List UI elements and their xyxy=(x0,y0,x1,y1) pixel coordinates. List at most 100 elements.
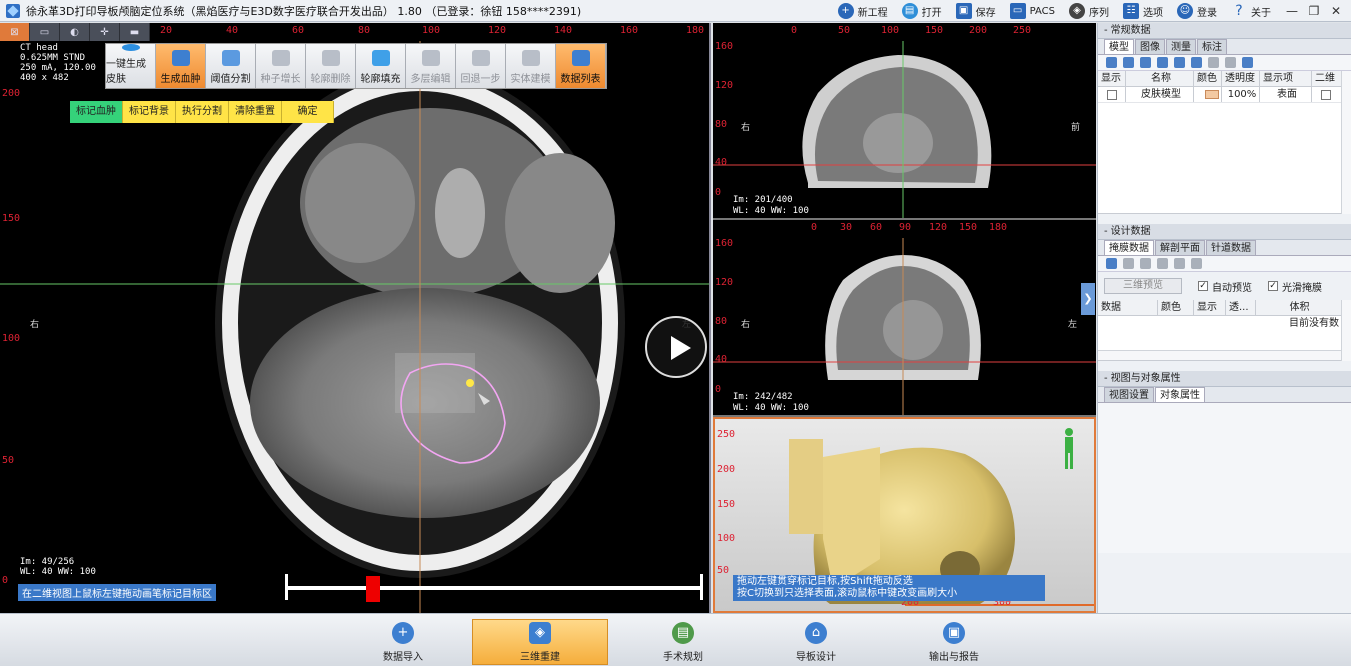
section-design-data[interactable]: - 设计数据 xyxy=(1098,224,1351,240)
layout-wide-tab[interactable]: ▬ xyxy=(120,23,150,41)
nav-output-report[interactable]: ▣ 输出与报告 xyxy=(886,619,1022,665)
menu-pacs[interactable]: ▭ PACS xyxy=(1009,3,1055,19)
window-title: 徐永革3D打印导板颅脑定位系统（黑焰医疗与E3D数字医疗联合开发出品） 1.80… xyxy=(26,4,582,18)
solid-model-button[interactable]: 实体建模 xyxy=(506,44,556,88)
save-mask-icon[interactable] xyxy=(1191,258,1202,269)
menu-about[interactable]: ? 关于 xyxy=(1231,3,1271,19)
solid-model-icon xyxy=(521,50,540,66)
mark-hematoma-button[interactable]: 标记血肿 xyxy=(70,101,123,123)
link-icon[interactable] xyxy=(1225,57,1236,68)
coronal-ruler-left: 40 xyxy=(715,354,728,365)
nav-guide-design[interactable]: ⌂ 导板设计 xyxy=(748,619,884,665)
tab-view-settings[interactable]: 视图设置 xyxy=(1104,387,1154,402)
panel-collapse-button[interactable]: ❯ xyxy=(1081,283,1095,315)
tab-measure[interactable]: 测量 xyxy=(1166,39,1196,54)
layout-single-tab[interactable]: ▭ xyxy=(30,23,60,41)
slice-slider-thumb[interactable] xyxy=(366,576,380,602)
folder-open-icon: ▤ xyxy=(901,3,918,19)
eye-icon[interactable] xyxy=(1242,57,1253,68)
play-button[interactable] xyxy=(645,316,707,378)
merge-icon[interactable] xyxy=(1208,57,1219,68)
layout-contrast-tab[interactable]: ◐ xyxy=(60,23,90,41)
smooth-mask-checkbox[interactable] xyxy=(1268,281,1278,291)
plus-circle-icon: + xyxy=(837,3,854,19)
mark-background-button[interactable]: 标记背景 xyxy=(123,101,176,123)
view-properties-tabs: 视图设置 对象属性 xyxy=(1098,387,1351,403)
edit-mask-icon[interactable] xyxy=(1123,258,1134,269)
menu-open[interactable]: ▤ 打开 xyxy=(901,3,942,19)
auto-skin-button[interactable]: 一键生成皮肤 xyxy=(106,44,156,88)
close-button[interactable]: ✕ xyxy=(1325,2,1347,20)
delete-mask-icon[interactable] xyxy=(1140,258,1151,269)
view3d-ruler-left: 150 xyxy=(717,499,736,510)
contour-delete-button[interactable]: 轮廓删除 xyxy=(306,44,356,88)
menu-save[interactable]: ▣ 保存 xyxy=(955,3,996,19)
model-table-vscroll[interactable] xyxy=(1341,71,1351,214)
coronal-ruler-top: 0 30 60 90 120 150 180 xyxy=(811,222,1008,233)
copy-mask-icon[interactable] xyxy=(1174,258,1185,269)
sagittal-view[interactable]: 0 50 100 150 200 250 160 120 80 40 0 右 前… xyxy=(713,23,1096,220)
model-visibility-checkbox[interactable] xyxy=(1107,90,1117,100)
axial-ruler-left-label: 200 xyxy=(2,88,21,99)
auto-preview-checkbox[interactable] xyxy=(1198,281,1208,291)
layout-crosshair-tab[interactable]: ✛ xyxy=(90,23,120,41)
menu-options[interactable]: ☷ 选项 xyxy=(1123,3,1163,19)
nav-3d-reconstruct[interactable]: ◈ 三维重建 xyxy=(472,619,608,665)
tab-object-properties[interactable]: 对象属性 xyxy=(1155,387,1205,402)
axial-orientation-right: 右 xyxy=(30,320,40,330)
nav-data-import[interactable]: + 数据导入 xyxy=(335,619,471,665)
hematoma-button[interactable]: 生成血肿 xyxy=(156,44,206,88)
contour-fill-button[interactable]: 轮廓填充 xyxy=(356,44,406,88)
minimize-button[interactable]: — xyxy=(1281,2,1303,20)
nav-surgery-plan[interactable]: ▤ 手术规划 xyxy=(615,619,751,665)
undo-button[interactable]: 回退一步 xyxy=(456,44,506,88)
menu-login[interactable]: ☺ 登录 xyxy=(1177,3,1217,19)
window-controls: — ❐ ✕ xyxy=(1281,2,1347,20)
edit-icon[interactable] xyxy=(1123,57,1134,68)
tab-anatomy-plane[interactable]: 解剖平面 xyxy=(1155,240,1205,255)
tab-mask-data[interactable]: 掩膜数据 xyxy=(1104,240,1154,255)
model-row[interactable]: 皮肤模型 100% 表面 xyxy=(1098,87,1351,103)
auto-skin-icon xyxy=(121,44,140,51)
model-2d-checkbox[interactable] xyxy=(1321,90,1331,100)
export-icon[interactable] xyxy=(1174,57,1185,68)
mirror-icon[interactable] xyxy=(1191,57,1202,68)
sagittal-ruler-left: 40 xyxy=(715,157,728,168)
slice-slider[interactable] xyxy=(285,574,703,602)
section-general-data[interactable]: - 常规数据 xyxy=(1098,23,1351,39)
coronal-view[interactable]: 0 30 60 90 120 150 180 160 120 80 40 0 右… xyxy=(713,220,1096,417)
new-mask-icon[interactable] xyxy=(1106,258,1117,269)
menu-new-project[interactable]: + 新工程 xyxy=(837,3,888,19)
coronal-orientation-left: 左 xyxy=(1068,320,1078,330)
mask-table-hscroll[interactable] xyxy=(1098,350,1341,360)
tab-model[interactable]: 模型 xyxy=(1104,39,1134,54)
axial-view[interactable]: ⊠ ▭ ◐ ✛ ▬ 20 40 60 80 100 120 140 160 18… xyxy=(0,23,711,613)
tab-annotation[interactable]: 标注 xyxy=(1197,39,1227,54)
model-3d-view[interactable]: 250 200 150 100 50 200 300 拖动左键贯穿标记目标,按S… xyxy=(713,417,1096,613)
copy-icon[interactable] xyxy=(1157,57,1168,68)
mail-icon[interactable] xyxy=(1157,258,1168,269)
coronal-ruler-left: 80 xyxy=(715,316,728,327)
confirm-button[interactable]: 确定 xyxy=(282,101,334,123)
save-disk-icon: ▣ xyxy=(955,3,972,19)
clear-reset-button[interactable]: 清除重置 xyxy=(229,101,282,123)
multi-layer-button[interactable]: 多层编辑 xyxy=(406,44,456,88)
options-icon: ☷ xyxy=(1123,3,1139,19)
delete-icon[interactable] xyxy=(1140,57,1151,68)
section-view-properties[interactable]: - 视图与对象属性 xyxy=(1098,371,1351,387)
menu-series[interactable]: ◈ 序列 xyxy=(1069,3,1109,19)
layers-icon: ◈ xyxy=(1069,3,1085,19)
import-model-icon[interactable] xyxy=(1106,57,1117,68)
model-color-swatch[interactable] xyxy=(1205,90,1219,99)
run-segmentation-button[interactable]: 执行分割 xyxy=(176,101,229,123)
preview-3d-button[interactable]: 三维预览 xyxy=(1104,278,1182,294)
seed-grow-button[interactable]: 种子增长 xyxy=(256,44,306,88)
mask-table-vscroll[interactable] xyxy=(1341,300,1351,361)
tab-image[interactable]: 图像 xyxy=(1135,39,1165,54)
threshold-button[interactable]: 阈值分割 xyxy=(206,44,256,88)
maximize-button[interactable]: ❐ xyxy=(1303,2,1325,20)
data-list-button[interactable]: 数据列表 xyxy=(556,44,606,88)
properties-area xyxy=(1098,403,1351,553)
layout-quad-tab[interactable]: ⊠ xyxy=(0,23,30,41)
tab-needle-track[interactable]: 针道数据 xyxy=(1206,240,1256,255)
